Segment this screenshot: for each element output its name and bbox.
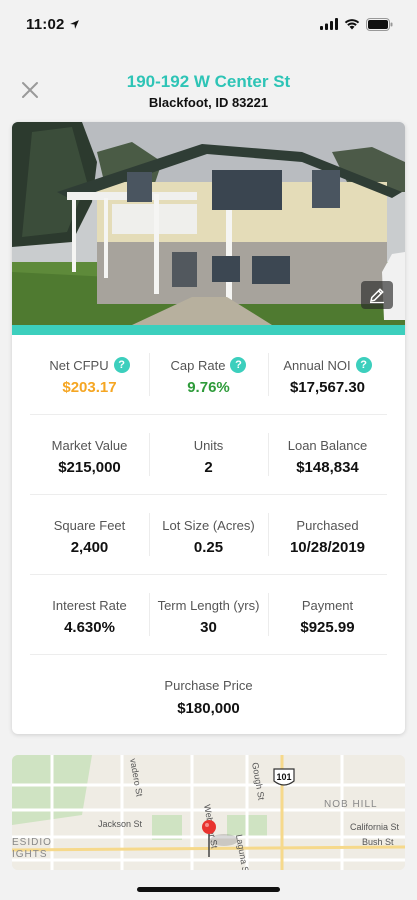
close-icon — [22, 82, 38, 98]
map-area-label: ESIDIO — [12, 837, 52, 848]
metric-label: Net CFPU — [49, 357, 109, 373]
signal-icon — [320, 18, 338, 30]
metrics-row-1: Net CFPU ? $203.17 Cap Rate ? 9.76% Annu… — [30, 335, 387, 415]
metric-value: 30 — [200, 619, 217, 636]
map-street-label: Jackson St — [98, 819, 143, 829]
battery-icon — [366, 17, 393, 31]
property-card: Net CFPU ? $203.17 Cap Rate ? 9.76% Annu… — [12, 122, 405, 734]
header: 190-192 W Center St Blackfoot, ID 83221 — [0, 60, 417, 120]
title-block: 190-192 W Center St Blackfoot, ID 83221 — [60, 72, 357, 112]
metric-value: 4.630% — [64, 619, 115, 636]
metric-value: $215,000 — [58, 459, 121, 476]
metric-label: Market Value — [51, 437, 128, 453]
metric-term-length: Term Length (yrs) 30 — [149, 575, 268, 654]
metrics-row-2: Market Value $215,000 Units 2 Loan Balan… — [30, 415, 387, 495]
edit-photo-button[interactable] — [361, 281, 393, 309]
accent-bar — [12, 325, 405, 335]
status-icons — [320, 17, 393, 31]
metric-value: $17,567.30 — [289, 379, 366, 396]
metrics-row-3: Square Feet 2,400 Lot Size (Acres) 0.25 … — [30, 495, 387, 575]
wifi-icon — [344, 19, 360, 30]
metric-units: Units 2 — [149, 415, 268, 494]
status-bar: 11:02 — [0, 0, 417, 48]
metric-label: Square Feet — [53, 517, 126, 533]
metric-value: 2,400 — [70, 539, 109, 556]
metric-value: $203.17 — [62, 379, 117, 396]
clock: 11:02 — [26, 15, 65, 33]
metric-interest-rate: Interest Rate 4.630% — [30, 575, 149, 654]
metric-purchased: Purchased 10/28/2019 — [268, 495, 387, 574]
metric-value: 0.25 — [193, 539, 224, 556]
highway-label: 101 — [276, 772, 291, 782]
metric-label: Interest Rate — [52, 597, 127, 613]
metric-label: Units — [193, 437, 224, 453]
home-indicator[interactable] — [137, 887, 280, 892]
metrics-row-5: Purchase Price $180,000 — [12, 655, 405, 734]
metric-net-cfpu: Net CFPU ? $203.17 — [30, 335, 149, 414]
map-street-label: Bush St — [362, 837, 394, 847]
location-arrow-icon — [69, 19, 79, 29]
metric-value: $180,000 — [177, 699, 240, 717]
map-area-label: IGHTS — [12, 849, 48, 860]
metric-cap-rate: Cap Rate ? 9.76% — [149, 335, 268, 414]
metrics-row-4: Interest Rate 4.630% Term Length (yrs) 3… — [30, 575, 387, 655]
metric-label: Cap Rate — [170, 357, 226, 373]
metric-value: 10/28/2019 — [289, 539, 366, 556]
close-button[interactable] — [18, 78, 42, 102]
metric-value: 9.76% — [187, 379, 230, 396]
metric-purchase-price: Purchase Price $180,000 — [164, 674, 252, 717]
metric-loan-balance: Loan Balance $148,834 — [268, 415, 387, 494]
help-icon[interactable]: ? — [230, 357, 247, 373]
metric-square-feet: Square Feet 2,400 — [30, 495, 149, 574]
metric-label: Loan Balance — [287, 437, 368, 453]
metric-lot-size: Lot Size (Acres) 0.25 — [149, 495, 268, 574]
property-photo — [12, 122, 405, 325]
metric-value: $925.99 — [300, 619, 355, 636]
metric-label: Purchased — [296, 517, 359, 533]
metric-value: $148,834 — [296, 459, 359, 476]
metrics-grid: Net CFPU ? $203.17 Cap Rate ? 9.76% Annu… — [12, 335, 405, 734]
metric-market-value: Market Value $215,000 — [30, 415, 149, 494]
metric-label: Term Length (yrs) — [157, 597, 260, 613]
help-icon[interactable]: ? — [113, 357, 130, 373]
metric-label: Payment — [301, 597, 354, 613]
house-photo-illustration — [12, 122, 405, 325]
metric-annual-noi: Annual NOI ? $17,567.30 — [268, 335, 387, 414]
edit-pencil-icon — [370, 288, 384, 304]
metric-payment: Payment $925.99 — [268, 575, 387, 654]
metric-value: 2 — [204, 459, 213, 476]
help-icon[interactable]: ? — [355, 357, 372, 373]
map-area-label: NOB HILL — [324, 799, 378, 810]
status-time: 11:02 — [26, 16, 80, 33]
location-map[interactable]: 101 Jackson St Webster St Gough St Lagun… — [12, 755, 405, 870]
property-title: 190-192 W Center St — [126, 72, 291, 91]
metric-label: Lot Size (Acres) — [162, 517, 255, 533]
metric-label: Purchase Price — [164, 678, 253, 693]
property-subtitle: Blackfoot, ID 83221 — [148, 95, 269, 110]
map-illustration: 101 Jackson St Webster St Gough St Lagun… — [12, 755, 405, 870]
metric-label: Annual NOI — [283, 357, 351, 373]
map-street-label: California St — [350, 822, 400, 832]
